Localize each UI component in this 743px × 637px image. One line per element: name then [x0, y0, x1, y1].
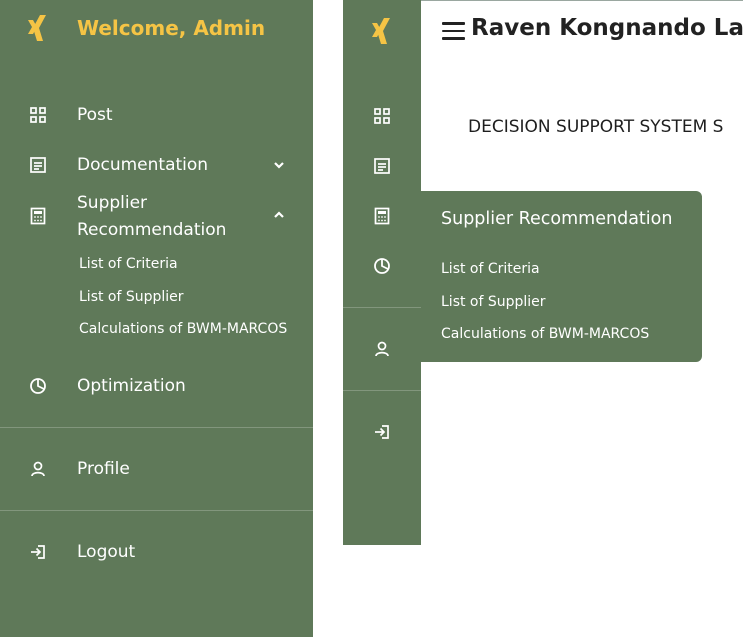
grid-icon[interactable]: [373, 107, 391, 125]
grid-icon: [30, 107, 46, 123]
logout-icon[interactable]: [373, 423, 391, 441]
submenu-list-of-criteria[interactable]: List of Criteria: [79, 256, 178, 272]
divider: [343, 390, 421, 391]
flyout-item-list-of-supplier[interactable]: List of Supplier: [441, 294, 546, 310]
sidebar-item-logout[interactable]: Logout: [0, 541, 313, 563]
user-icon: [31, 461, 45, 477]
supplier-recommendation-flyout: Supplier Recommendation List of Criteria…: [421, 191, 702, 362]
chevron-down-icon: [274, 162, 284, 169]
calculator-icon: [30, 207, 46, 225]
flyout-title: Supplier Recommendation: [441, 209, 673, 229]
sidebar-item-optimization[interactable]: Optimization: [0, 375, 313, 397]
flyout-item-list-of-criteria[interactable]: List of Criteria: [441, 261, 540, 277]
divider: [0, 510, 313, 511]
divider: [343, 307, 421, 308]
document-icon: [30, 157, 46, 173]
sidebar-item-label: Post: [77, 105, 113, 125]
user-icon[interactable]: [373, 340, 391, 358]
submenu-list-of-supplier[interactable]: List of Supplier: [79, 289, 184, 305]
system-title: DECISION SUPPORT SYSTEM S: [468, 117, 724, 137]
pie-chart-icon: [30, 378, 46, 394]
document-icon[interactable]: [373, 157, 391, 175]
calculator-icon[interactable]: [373, 207, 391, 225]
brand: [26, 14, 50, 42]
sidebar-item-supplier-recommendation[interactable]: Supplier Recommendation: [0, 190, 313, 244]
chevron-up-icon: [274, 211, 284, 218]
page-owner-title: Raven Kongnando Las: [471, 15, 743, 41]
sidebar-item-post[interactable]: Post: [0, 104, 313, 126]
sidebar-item-label: Optimization: [77, 376, 186, 396]
collapsed-sidebar: [343, 0, 421, 545]
sidebar-item-label: Profile: [77, 459, 130, 479]
welcome-title: Welcome, Admin: [77, 16, 266, 40]
divider: [0, 427, 313, 428]
xing-logo-icon[interactable]: [26, 14, 50, 42]
sidebar-item-profile[interactable]: Profile: [0, 458, 313, 480]
submenu-calculations-bwm-marcos[interactable]: Calculations of BWM-MARCOS: [79, 321, 287, 337]
sidebar-item-documentation[interactable]: Documentation: [0, 154, 313, 176]
sidebar-item-label: Supplier Recommendation: [77, 193, 227, 240]
sidebar-item-label: Logout: [77, 542, 136, 562]
logout-icon: [31, 545, 45, 559]
pie-chart-icon[interactable]: [373, 257, 391, 275]
flyout-item-calculations-bwm-marcos[interactable]: Calculations of BWM-MARCOS: [441, 326, 649, 342]
sidebar-item-label: Documentation: [77, 155, 209, 175]
xing-logo-icon[interactable]: [370, 17, 394, 45]
expanded-sidebar: Welcome, Admin Post Documentation Suppli…: [0, 0, 313, 637]
